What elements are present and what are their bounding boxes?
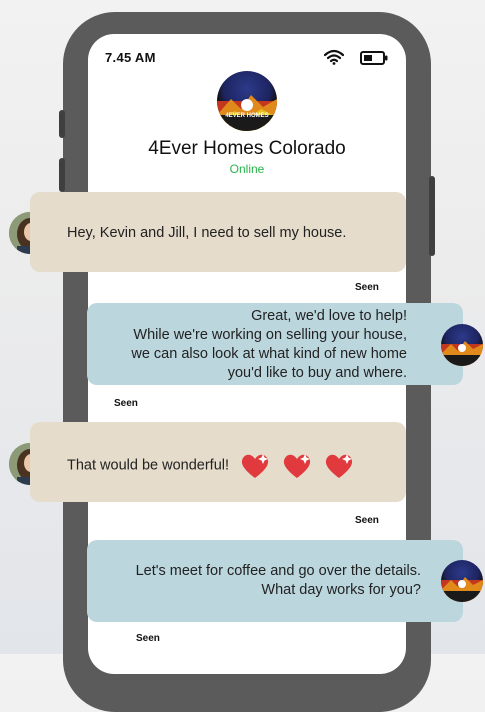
- message-bubble-incoming[interactable]: That would be wonderful!: [30, 422, 406, 502]
- battery-icon: [360, 51, 388, 65]
- status-time: 7.45 AM: [105, 50, 156, 65]
- wifi-icon: [324, 49, 344, 65]
- message-line: What day works for you?: [261, 582, 421, 598]
- message-line: Great, we'd love to help!: [251, 308, 407, 324]
- seen-receipt: Seen: [136, 633, 160, 644]
- seen-receipt: Seen: [355, 282, 379, 293]
- message-line: While we're working on selling your hous…: [133, 327, 407, 343]
- contact-status: Online: [229, 162, 265, 176]
- message-bubble-outgoing[interactable]: Let's meet for coffee and go over the de…: [87, 540, 463, 622]
- seen-receipt: Seen: [114, 398, 138, 409]
- contact-name: 4Ever Homes Colorado: [148, 138, 346, 159]
- phone-side-button: [59, 110, 65, 138]
- message-line: we can also look at what kind of new hom…: [131, 346, 407, 362]
- message-line: Let's meet for coffee and go over the de…: [135, 563, 421, 579]
- message-line: you'd like to buy and where.: [227, 365, 407, 381]
- mountain-logo-icon: [441, 577, 483, 602]
- message-bubble-outgoing[interactable]: Great, we'd love to help! While we're wo…: [87, 303, 463, 385]
- message-text: That would be wonderful!: [67, 457, 230, 474]
- message-content: That would be wonderful!: [67, 450, 357, 482]
- message-text: Hey, Kevin and Jill, I need to sell my h…: [67, 225, 347, 241]
- phone-power-button: [429, 176, 435, 256]
- contact-avatar-logo[interactable]: 4EVER HOMES: [217, 71, 277, 131]
- seen-receipt: Seen: [355, 515, 379, 526]
- brand-avatar[interactable]: [441, 560, 483, 602]
- mountain-logo-icon: [441, 341, 483, 366]
- phone-side-button: [59, 158, 65, 192]
- sparkling-hearts-icon: [241, 454, 353, 478]
- logo-text: 4EVER HOMES: [225, 113, 269, 119]
- message-text-block: Let's meet for coffee and go over the de…: [136, 562, 421, 600]
- brand-avatar[interactable]: [441, 324, 483, 366]
- mountain-logo-icon: [217, 95, 277, 131]
- message-text-block: Great, we'd love to help! While we're wo…: [131, 307, 407, 383]
- message-bubble-incoming[interactable]: Hey, Kevin and Jill, I need to sell my h…: [30, 192, 406, 272]
